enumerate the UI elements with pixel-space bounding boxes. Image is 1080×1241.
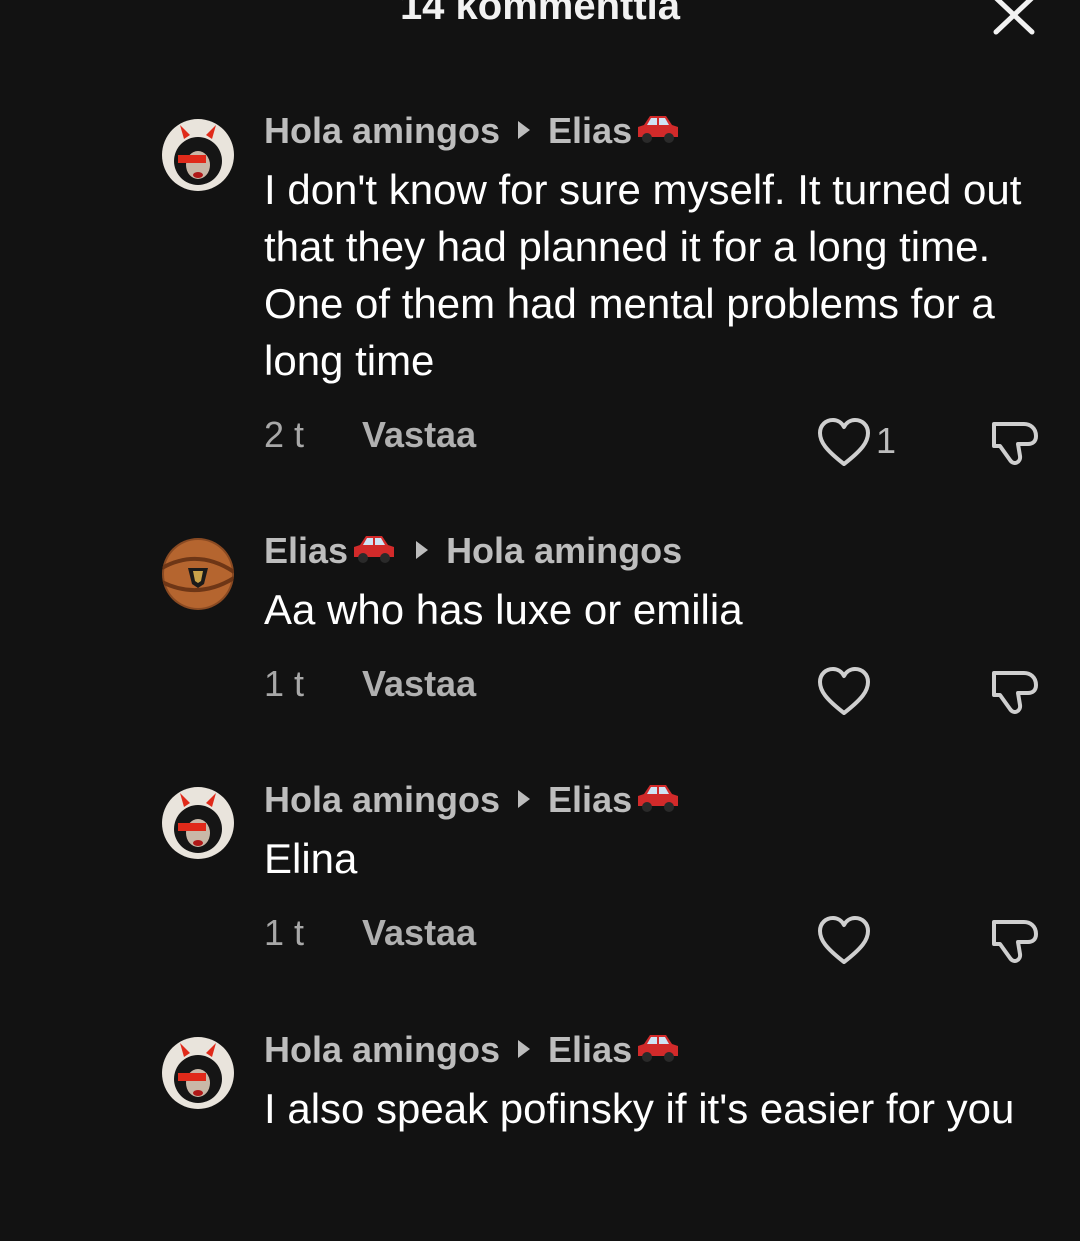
- reply-to-name[interactable]: Hola amingos: [446, 530, 682, 571]
- heart-icon: [818, 667, 870, 715]
- author-name[interactable]: Elias: [264, 530, 348, 571]
- reply-arrow-icon: [518, 1040, 531, 1059]
- devil-avatar-icon: [162, 787, 234, 859]
- devil-avatar-icon: [162, 119, 234, 191]
- car-emoji-icon: [634, 779, 682, 821]
- reply-arrow-icon: [518, 121, 531, 140]
- reply-to-name[interactable]: Elias: [548, 1029, 632, 1070]
- author-line: Hola amingos Elias: [264, 110, 682, 152]
- reply-button[interactable]: Vastaa: [362, 663, 476, 704]
- heart-icon: [818, 418, 870, 466]
- comment-meta: 2 t Vastaa: [264, 413, 476, 457]
- comment-text: Elina: [264, 835, 358, 882]
- reply-arrow-icon: [518, 790, 531, 809]
- reply-to-name[interactable]: Elias: [548, 110, 632, 151]
- dislike-button[interactable]: [986, 914, 1044, 968]
- like-button[interactable]: [814, 665, 874, 719]
- comment-time: 2 t: [264, 414, 305, 455]
- reply-button[interactable]: Vastaa: [362, 912, 476, 953]
- dislike-button[interactable]: [986, 416, 1044, 470]
- author-line: Elias Hola amingos: [264, 530, 682, 572]
- avatar[interactable]: [162, 787, 234, 859]
- comment-time: 1 t: [264, 663, 305, 704]
- comment-time: 1 t: [264, 912, 305, 953]
- comment-text: Aa who has luxe or emilia: [264, 586, 743, 633]
- steering-wheel-avatar-icon: [162, 538, 234, 610]
- reply-to-name[interactable]: Elias: [548, 779, 632, 820]
- thumbs-down-icon: [992, 422, 1038, 465]
- author-name[interactable]: Hola amingos: [264, 779, 500, 820]
- close-button[interactable]: [988, 0, 1040, 40]
- comments-count-title: 14 kommenttia: [399, 0, 681, 28]
- reply-button[interactable]: Vastaa: [362, 414, 476, 455]
- like-count: 1: [876, 420, 897, 461]
- author-name[interactable]: Hola amingos: [264, 1029, 500, 1070]
- dislike-button[interactable]: [986, 665, 1044, 719]
- avatar[interactable]: [162, 538, 234, 610]
- author-line: Hola amingos Elias: [264, 1029, 682, 1071]
- like-button[interactable]: [814, 416, 874, 470]
- car-emoji-icon: [634, 1029, 682, 1071]
- avatar[interactable]: [162, 1037, 234, 1109]
- author-line: Hola amingos Elias: [264, 779, 682, 821]
- devil-avatar-icon: [162, 1037, 234, 1109]
- comment-meta: 1 t Vastaa: [264, 662, 476, 706]
- comment-text: I don't know for sure myself. It turned …: [264, 166, 1022, 384]
- thumbs-down-icon: [992, 671, 1038, 714]
- like-button[interactable]: [814, 914, 874, 968]
- thumbs-down-icon: [992, 920, 1038, 963]
- author-name[interactable]: Hola amingos: [264, 110, 500, 151]
- car-emoji-icon: [350, 530, 398, 572]
- comment-text: I also speak pofinsky if it's easier for…: [264, 1085, 1015, 1132]
- comment-meta: 1 t Vastaa: [264, 911, 476, 955]
- close-icon: [993, 0, 1035, 35]
- avatar[interactable]: [162, 119, 234, 191]
- car-emoji-icon: [634, 110, 682, 152]
- reply-arrow-icon: [416, 541, 429, 560]
- heart-icon: [818, 916, 870, 964]
